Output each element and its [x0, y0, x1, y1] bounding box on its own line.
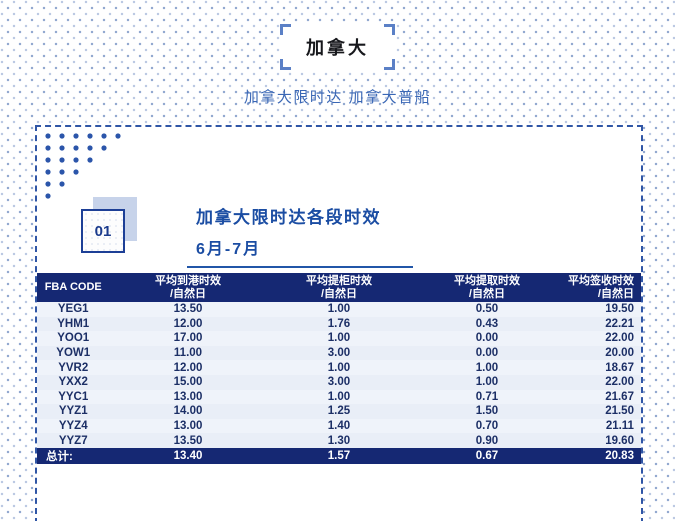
table-row: YOO117.001.000.0022.00	[37, 331, 641, 346]
bracket-corner-icon	[384, 24, 395, 35]
badge-box: 01	[81, 209, 125, 253]
table-cell: 22.00	[562, 376, 641, 388]
table-cell: 13.50	[109, 303, 266, 315]
page-subtitle: 加拿大限时达 加拿大普船	[0, 86, 675, 107]
table-cell: 0.00	[411, 332, 562, 344]
table-cell: 1.00	[267, 332, 412, 344]
table-body: YEG113.501.000.5019.50YHM112.001.760.432…	[37, 302, 641, 448]
column-header: 平均签收时效/自然日	[562, 275, 641, 301]
table-cell: YYZ7	[37, 435, 109, 447]
section-head: 01 加拿大限时达各段时效 6月-7月	[81, 197, 413, 268]
table-cell: 3.00	[267, 376, 412, 388]
column-header: 平均提柜时效/自然日	[267, 275, 412, 301]
table-cell: 1.00	[411, 362, 562, 374]
column-header: 平均提取时效/自然日	[411, 275, 562, 301]
total-cell: 0.67	[411, 450, 562, 462]
table-cell: YOW1	[37, 347, 109, 359]
table-cell: 13.00	[109, 391, 266, 403]
table-cell: 19.60	[562, 435, 641, 447]
timeliness-table: FBA CODE平均到港时效/自然日平均提柜时效/自然日平均提取时效/自然日平均…	[37, 273, 641, 464]
table-cell: 0.70	[411, 420, 562, 432]
table-total-row: 总计:13.401.570.6720.83	[37, 448, 641, 464]
table-row: YYC113.001.000.7121.67	[37, 390, 641, 405]
table-row: YEG113.501.000.5019.50	[37, 302, 641, 317]
table-cell: 1.00	[267, 303, 412, 315]
table-row: YYZ114.001.251.5021.50	[37, 404, 641, 419]
table-row: YVR212.001.001.0018.67	[37, 360, 641, 375]
table-cell: 1.30	[267, 435, 412, 447]
table-cell: 1.40	[267, 420, 412, 432]
section-number: 01	[95, 223, 112, 240]
table-cell: 11.00	[109, 347, 266, 359]
table-cell: YYC1	[37, 391, 109, 403]
table-cell: 13.50	[109, 435, 266, 447]
table-cell: 18.67	[562, 362, 641, 374]
table-cell: 12.00	[109, 318, 266, 330]
total-cell: 13.40	[109, 450, 266, 462]
section-title: 加拿大限时达各段时效	[196, 203, 413, 228]
table-cell: 0.50	[411, 303, 562, 315]
page-header: 加拿大 加拿大限时达 加拿大普船	[0, 24, 675, 107]
page-title: 加拿大	[306, 38, 369, 58]
bracket-corner-icon	[280, 59, 291, 70]
total-cell: 1.57	[267, 450, 412, 462]
page: 加拿大 加拿大限时达 加拿大普船 01 加拿大限时达各段时效	[0, 0, 675, 521]
table-cell: 0.90	[411, 435, 562, 447]
column-header: 平均到港时效/自然日	[109, 275, 266, 301]
title-bracket-frame: 加拿大	[280, 24, 395, 70]
table-cell: 3.00	[267, 347, 412, 359]
table-cell: 20.00	[562, 347, 641, 359]
table-row: YYZ413.001.400.7021.11	[37, 419, 641, 434]
bracket-corner-icon	[384, 59, 395, 70]
section-title-block: 加拿大限时达各段时效 6月-7月	[187, 203, 413, 268]
table-cell: YOO1	[37, 332, 109, 344]
table-cell: YYZ1	[37, 405, 109, 417]
table-row: YOW111.003.000.0020.00	[37, 346, 641, 361]
table-cell: 19.50	[562, 303, 641, 315]
table-row: YYZ713.501.300.9019.60	[37, 433, 641, 448]
table-cell: 1.50	[411, 405, 562, 417]
table-cell: 21.67	[562, 391, 641, 403]
table-cell: YEG1	[37, 303, 109, 315]
table-cell: YHM1	[37, 318, 109, 330]
table-cell: 13.00	[109, 420, 266, 432]
table-cell: 1.76	[267, 318, 412, 330]
table-cell: 1.00	[267, 391, 412, 403]
table-cell: 1.00	[411, 376, 562, 388]
table-cell: 22.21	[562, 318, 641, 330]
dots-triangle-decoration	[40, 129, 140, 205]
total-cell: 总计:	[37, 448, 109, 464]
total-cell: 20.83	[562, 450, 641, 462]
table-cell: 21.11	[562, 420, 641, 432]
column-header: FBA CODE	[37, 281, 109, 294]
table-cell: 0.71	[411, 391, 562, 403]
table-cell: 1.00	[267, 362, 412, 374]
content-card: 01 加拿大限时达各段时效 6月-7月 FBA CODE平均到港时效/自然日平均…	[35, 125, 643, 521]
table-cell: 0.43	[411, 318, 562, 330]
table-cell: YYZ4	[37, 420, 109, 432]
table-cell: 1.25	[267, 405, 412, 417]
table-cell: 12.00	[109, 362, 266, 374]
table-cell: 0.00	[411, 347, 562, 359]
bracket-corner-icon	[280, 24, 291, 35]
table-cell: 22.00	[562, 332, 641, 344]
table-header-row: FBA CODE平均到港时效/自然日平均提柜时效/自然日平均提取时效/自然日平均…	[37, 273, 641, 302]
table-cell: 21.50	[562, 405, 641, 417]
table-row: YXX215.003.001.0022.00	[37, 375, 641, 390]
section-number-badge: 01	[81, 197, 139, 255]
table-cell: 14.00	[109, 405, 266, 417]
table-row: YHM112.001.760.4322.21	[37, 317, 641, 332]
section-date-range: 6月-7月	[196, 235, 413, 259]
table-cell: 17.00	[109, 332, 266, 344]
table-cell: YXX2	[37, 376, 109, 388]
table-cell: YVR2	[37, 362, 109, 374]
table-cell: 15.00	[109, 376, 266, 388]
